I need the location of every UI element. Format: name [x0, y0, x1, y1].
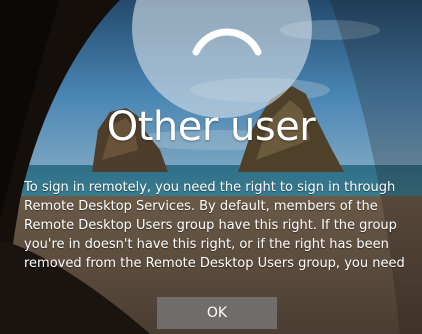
user-avatar	[132, 0, 312, 118]
ok-button[interactable]: OK	[157, 297, 277, 329]
sign-in-error-message: To sign in remotely, you need the right …	[24, 180, 405, 270]
lock-screen: Other user To sign in remotely, you need…	[0, 0, 422, 334]
user-avatar-icon	[192, 28, 262, 56]
username-label: Other user	[106, 104, 316, 150]
